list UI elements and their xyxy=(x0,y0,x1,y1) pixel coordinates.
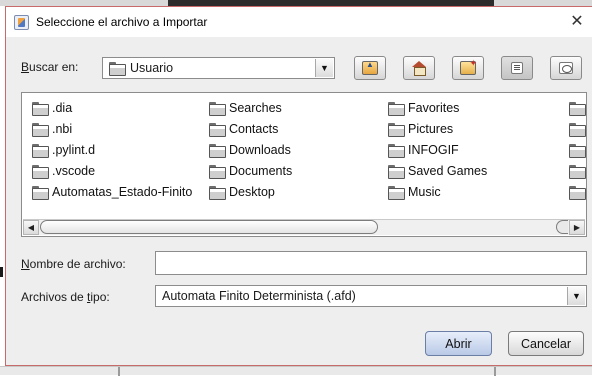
folder-icon xyxy=(209,186,226,200)
folder-icon xyxy=(32,186,49,200)
file-name: Favorites xyxy=(408,101,460,115)
new-folder-icon xyxy=(460,58,477,75)
list-item-partial[interactable] xyxy=(569,162,586,180)
list-item[interactable]: .pylint.d xyxy=(32,141,95,159)
file-type-combo[interactable]: Automata Finito Determinista (.afd) ▼ xyxy=(155,285,587,307)
list-item-partial[interactable] xyxy=(569,99,586,117)
chevron-down-icon[interactable]: ▼ xyxy=(567,287,585,305)
open-button[interactable]: Abrir xyxy=(425,331,492,356)
up-one-level-button[interactable] xyxy=(354,56,386,80)
file-name: Pictures xyxy=(408,122,454,136)
file-name-label-mnemonic: N xyxy=(21,257,30,271)
folder-icon xyxy=(209,102,226,116)
file-chooser-dialog: Seleccione el archivo a Importar ✕ Busca… xyxy=(5,6,592,366)
file-name: Music xyxy=(408,185,441,199)
cancel-button[interactable]: Cancelar xyxy=(508,331,584,356)
list-item[interactable]: Music xyxy=(388,183,441,201)
new-folder-button[interactable] xyxy=(452,56,484,80)
java-app-icon xyxy=(14,15,29,30)
folder-icon xyxy=(569,186,586,200)
folder-icon xyxy=(32,165,49,179)
scrollbar-thumb[interactable] xyxy=(40,220,378,234)
file-name: .vscode xyxy=(52,164,96,178)
folder-icon xyxy=(209,165,226,179)
file-name: .nbi xyxy=(52,122,73,136)
list-item[interactable]: Favorites xyxy=(388,99,459,117)
list-item[interactable]: Contacts xyxy=(209,120,278,138)
folder-icon xyxy=(388,186,405,200)
background-window-bottom xyxy=(0,366,592,376)
folder-icon xyxy=(388,165,405,179)
list-view-button[interactable] xyxy=(501,56,533,80)
list-item[interactable]: .dia xyxy=(32,99,72,117)
folder-icon xyxy=(569,165,586,179)
file-list[interactable]: .dia .nbi .pylint.d .vscode Automatas_Es… xyxy=(21,92,587,237)
list-item[interactable]: Downloads xyxy=(209,141,291,159)
list-item-partial[interactable] xyxy=(569,141,586,159)
file-name-input[interactable] xyxy=(155,251,587,275)
list-item[interactable]: Searches xyxy=(209,99,282,117)
dialog-title: Seleccione el archivo a Importar xyxy=(36,15,208,29)
scroll-right-icon[interactable]: ▶ xyxy=(569,220,585,235)
file-type-label: Archivos de tipo: xyxy=(21,290,110,304)
file-type-label-prefix: Archivos de xyxy=(21,290,88,304)
list-view-icon xyxy=(511,62,523,74)
folder-icon xyxy=(32,102,49,116)
details-view-button[interactable] xyxy=(550,56,582,80)
look-in-label-text: uscar en: xyxy=(29,60,79,74)
file-name: Downloads xyxy=(229,143,291,157)
list-item[interactable]: Desktop xyxy=(209,183,275,201)
file-name: Desktop xyxy=(229,185,275,199)
file-name: Searches xyxy=(229,101,282,115)
folder-icon xyxy=(209,123,226,137)
look-in-label: Buscar en: xyxy=(21,60,78,74)
file-type-label-text: ipo: xyxy=(90,290,110,304)
file-name: INFOGIF xyxy=(408,143,459,157)
list-item[interactable]: .vscode xyxy=(32,162,95,180)
up-folder-icon xyxy=(362,60,378,75)
folder-icon xyxy=(209,144,226,158)
file-name: .dia xyxy=(52,101,73,115)
look-in-combo[interactable]: Usuario ▼ xyxy=(102,57,335,79)
details-view-icon xyxy=(559,62,573,74)
list-item[interactable]: INFOGIF xyxy=(388,141,459,159)
close-icon[interactable]: ✕ xyxy=(566,11,588,33)
home-icon xyxy=(411,61,427,76)
folder-icon xyxy=(32,144,49,158)
file-type-value: Automata Finito Determinista (.afd) xyxy=(162,289,356,303)
list-item[interactable]: .nbi xyxy=(32,120,72,138)
folder-icon xyxy=(388,123,405,137)
folder-icon xyxy=(569,102,586,116)
list-item[interactable]: Documents xyxy=(209,162,292,180)
file-name: Contacts xyxy=(229,122,279,136)
look-in-value: Usuario xyxy=(130,61,174,75)
list-item[interactable]: Pictures xyxy=(388,120,453,138)
look-in-label-mnemonic: B xyxy=(21,60,30,74)
list-item[interactable]: Automatas_Estado-Finito xyxy=(32,183,192,201)
file-name: .pylint.d xyxy=(52,143,96,157)
file-name: Documents xyxy=(229,164,293,178)
background-marker xyxy=(0,267,3,277)
list-item-partial[interactable] xyxy=(569,120,586,138)
folder-icon xyxy=(388,144,405,158)
title-bar[interactable]: Seleccione el archivo a Importar ✕ xyxy=(6,7,592,37)
scrollbar-thumb-end xyxy=(556,220,568,234)
folder-icon xyxy=(32,123,49,137)
folder-icon xyxy=(388,102,405,116)
file-name-label-text: ombre de archivo: xyxy=(29,257,126,271)
chevron-down-icon[interactable]: ▼ xyxy=(315,59,333,77)
list-item[interactable]: Saved Games xyxy=(388,162,487,180)
scroll-left-icon[interactable]: ◀ xyxy=(23,220,39,235)
list-item-partial[interactable] xyxy=(569,183,586,201)
folder-icon xyxy=(109,62,126,76)
file-name: Automatas_Estado-Finito xyxy=(52,185,193,199)
home-button[interactable] xyxy=(403,56,435,80)
file-name-label: Nombre de archivo: xyxy=(21,257,126,271)
folder-icon xyxy=(569,144,586,158)
file-name: Saved Games xyxy=(408,164,488,178)
horizontal-scrollbar[interactable]: ◀ ▶ xyxy=(23,219,585,235)
folder-icon xyxy=(569,123,586,137)
